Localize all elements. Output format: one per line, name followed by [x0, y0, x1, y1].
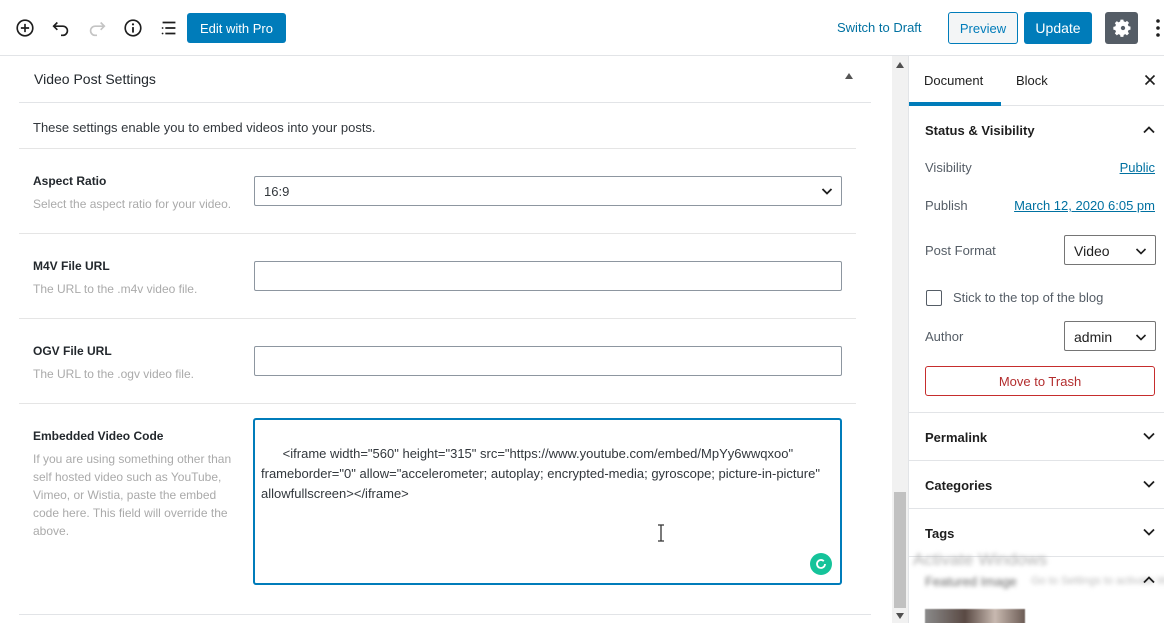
- section-divider: [909, 412, 1164, 413]
- m4v-url-input[interactable]: [254, 261, 842, 291]
- close-icon[interactable]: [1144, 74, 1156, 86]
- switch-to-draft-link[interactable]: Switch to Draft: [837, 20, 922, 35]
- publish-date-link[interactable]: March 12, 2020 6:05 pm: [1014, 198, 1155, 213]
- embed-code-description: If you are using something other than se…: [33, 452, 232, 538]
- info-icon[interactable]: [119, 14, 147, 42]
- redo-icon[interactable]: [83, 14, 111, 42]
- author-value: admin: [1074, 329, 1113, 345]
- add-block-icon[interactable]: [11, 14, 39, 42]
- scroll-up-icon[interactable]: [896, 62, 904, 68]
- update-button[interactable]: Update: [1024, 12, 1092, 44]
- aspect-ratio-label: Aspect Ratio: [33, 174, 107, 188]
- main-scrollbar[interactable]: [892, 56, 908, 623]
- chevron-up-icon[interactable]: [1141, 122, 1157, 138]
- ogv-url-description: The URL to the .ogv video file.: [33, 367, 194, 381]
- block-navigation-icon[interactable]: [155, 14, 183, 42]
- collapse-arrow-icon[interactable]: [845, 73, 853, 79]
- preview-button[interactable]: Preview: [948, 12, 1018, 44]
- chevron-down-icon: [1135, 248, 1147, 255]
- settings-button[interactable]: [1105, 12, 1138, 44]
- aspect-ratio-row: Aspect Ratio Select the aspect ratio for…: [19, 148, 856, 233]
- publish-label: Publish: [925, 198, 968, 213]
- ogv-url-label: OGV File URL: [33, 344, 112, 358]
- sticky-checkbox[interactable]: [926, 290, 942, 306]
- more-options-icon[interactable]: [1152, 14, 1164, 42]
- categories-section-title[interactable]: Categories: [925, 478, 992, 493]
- scroll-thumb[interactable]: [894, 492, 906, 608]
- tab-block[interactable]: Block: [1016, 73, 1048, 88]
- chevron-down-icon: [821, 188, 833, 195]
- author-select[interactable]: admin: [1064, 321, 1156, 351]
- m4v-url-label: M4V File URL: [33, 259, 110, 273]
- m4v-url-row: M4V File URL The URL to the .m4v video f…: [19, 233, 856, 318]
- windows-watermark-title: Activate Windows: [913, 550, 1048, 569]
- gear-icon: [1112, 19, 1130, 37]
- post-format-label: Post Format: [925, 243, 996, 258]
- sticky-label: Stick to the top of the blog: [953, 290, 1104, 305]
- editor-toolbar: Edit with Pro Switch to Draft Preview Up…: [0, 0, 1164, 56]
- section-divider: [909, 508, 1164, 509]
- edit-with-pro-button[interactable]: Edit with Pro: [187, 13, 286, 43]
- aspect-ratio-description: Select the aspect ratio for your video.: [33, 197, 232, 211]
- text-cursor-icon: [658, 524, 664, 542]
- visibility-link[interactable]: Public: [1120, 160, 1155, 175]
- chevron-down-icon[interactable]: [1141, 476, 1157, 492]
- move-to-trash-button[interactable]: Move to Trash: [925, 366, 1155, 396]
- chevron-down-icon[interactable]: [1141, 428, 1157, 444]
- embed-code-textarea[interactable]: <iframe width="560" height="315" src="ht…: [253, 418, 842, 585]
- featured-image-thumbnail[interactable]: [925, 609, 1025, 623]
- ogv-url-input[interactable]: [254, 346, 842, 376]
- undo-icon[interactable]: [47, 14, 75, 42]
- status-visibility-title[interactable]: Status & Visibility: [925, 123, 1035, 138]
- visibility-label: Visibility: [925, 160, 972, 175]
- grammarly-icon[interactable]: [810, 553, 832, 575]
- tab-document[interactable]: Document: [924, 73, 983, 88]
- embed-code-value: <iframe width="560" height="315" src="ht…: [261, 446, 824, 501]
- chevron-up-icon[interactable]: [1141, 572, 1157, 588]
- panel-intro: These settings enable you to embed video…: [33, 120, 376, 135]
- m4v-url-description: The URL to the .m4v video file.: [33, 282, 198, 296]
- chevron-down-icon: [1135, 334, 1147, 341]
- scroll-down-icon[interactable]: [896, 613, 904, 619]
- section-divider: [909, 460, 1164, 461]
- video-settings-panel-header[interactable]: Video Post Settings: [19, 56, 871, 103]
- aspect-ratio-select[interactable]: 16:9: [254, 176, 842, 206]
- post-format-select[interactable]: Video: [1064, 235, 1156, 265]
- author-label: Author: [925, 329, 964, 344]
- post-format-value: Video: [1074, 243, 1110, 259]
- permalink-section-title[interactable]: Permalink: [925, 430, 987, 445]
- editor-main: Video Post Settings These settings enabl…: [0, 56, 892, 623]
- featured-image-title[interactable]: Featured Image: [925, 574, 1017, 589]
- embed-code-row: Embedded Video Code If you are using som…: [19, 403, 856, 614]
- aspect-ratio-value: 16:9: [264, 184, 290, 199]
- tags-section-title[interactable]: Tags: [925, 526, 954, 541]
- panel-title: Video Post Settings: [34, 71, 156, 87]
- chevron-down-icon[interactable]: [1141, 524, 1157, 540]
- panel-bottom-divider: [19, 614, 871, 615]
- embed-code-label: Embedded Video Code: [33, 429, 164, 443]
- sidebar-tabs: Document Block: [909, 56, 1164, 106]
- ogv-url-row: OGV File URL The URL to the .ogv video f…: [19, 318, 856, 403]
- active-tab-indicator: [909, 102, 1001, 106]
- settings-sidebar: Document Block Status & Visibility Visib…: [908, 56, 1164, 623]
